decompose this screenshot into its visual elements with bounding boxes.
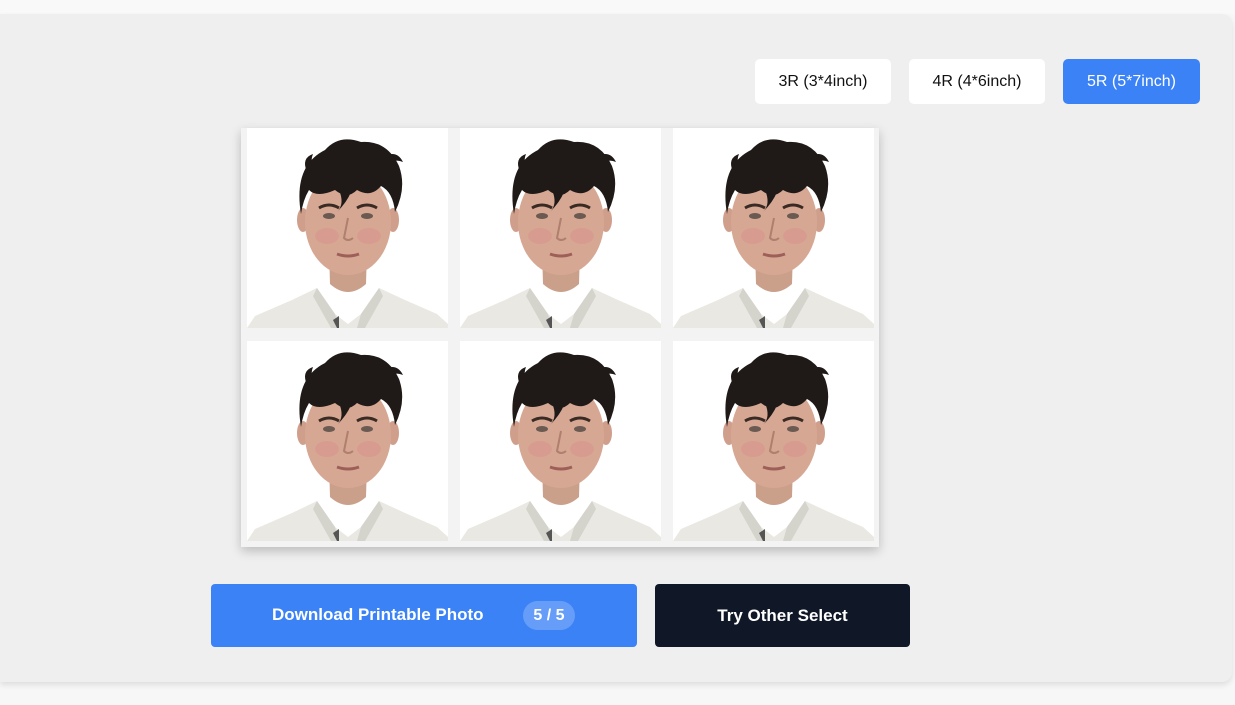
download-printable-photo-button[interactable]: Download Printable Photo 5 / 5 xyxy=(211,584,637,647)
printable-photo-sheet xyxy=(241,128,879,547)
size-option-4r[interactable]: 4R (4*6inch) xyxy=(909,59,1045,104)
size-option-5r[interactable]: 5R (5*7inch) xyxy=(1063,59,1200,104)
try-other-select-button[interactable]: Try Other Select xyxy=(655,584,910,647)
passport-photo xyxy=(673,341,874,541)
download-label: Download Printable Photo xyxy=(272,605,484,624)
download-count-badge: 5 / 5 xyxy=(523,601,575,630)
passport-photo xyxy=(460,128,661,328)
top-strip xyxy=(0,0,1235,14)
print-size-options: 3R (3*4inch) 4R (4*6inch) 5R (5*7inch) xyxy=(0,59,1235,104)
passport-photo xyxy=(247,128,448,328)
passport-photo xyxy=(247,341,448,541)
size-option-3r[interactable]: 3R (3*4inch) xyxy=(755,59,891,104)
passport-photo xyxy=(460,341,661,541)
passport-photo xyxy=(673,128,874,328)
